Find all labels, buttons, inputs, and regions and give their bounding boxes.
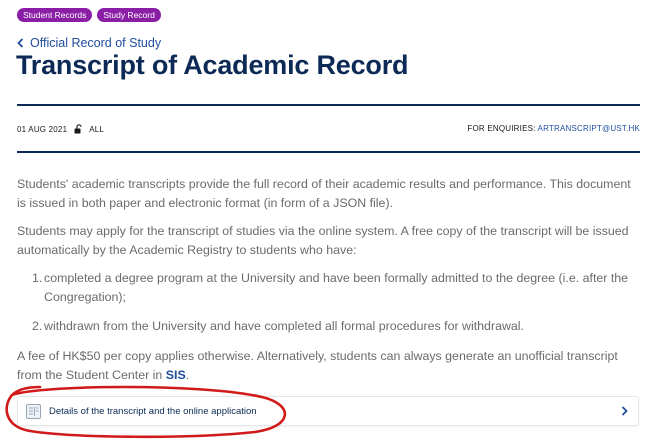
fee-text: A fee of HK$50 per copy applies otherwis… — [17, 349, 618, 382]
tag-student-records[interactable]: Student Records — [17, 8, 93, 22]
document-icon — [26, 403, 41, 419]
intro-paragraph: Students' academic transcripts provide t… — [17, 177, 631, 210]
publish-date: 01 AUG 2021 — [17, 124, 68, 134]
chevron-right-icon — [621, 406, 628, 416]
enquiry-label: FOR ENQUIRIES: — [467, 124, 538, 133]
enquiry-email-link[interactable]: ARTRANSCRIPT@UST.HK — [538, 124, 640, 133]
divider-top — [17, 104, 640, 106]
sis-link[interactable]: SIS — [166, 368, 186, 382]
list-text: completed a degree program at the Univer… — [44, 271, 629, 304]
meta-bar: 01 AUG 2021 ALL — [17, 124, 104, 134]
tag-list: Student Records Study Record — [17, 8, 161, 22]
back-link-label: Official Record of Study — [30, 36, 162, 50]
back-link[interactable]: Official Record of Study — [17, 36, 161, 50]
unlock-icon — [74, 124, 82, 134]
list-number: 1. — [32, 271, 43, 285]
apply-paragraph: Students may apply for the transcript of… — [17, 224, 629, 257]
list-number: 2. — [32, 319, 43, 333]
divider-bottom — [17, 151, 640, 153]
fee-paragraph: A fee of HK$50 per copy applies otherwis… — [17, 347, 642, 385]
list-item: 2. withdrawn from the University and hav… — [32, 317, 640, 336]
page-title: Transcript of Academic Record — [16, 50, 409, 80]
list-item: 1. completed a degree program at the Uni… — [32, 269, 640, 307]
fee-text-end: . — [185, 368, 190, 382]
enquiry-info: FOR ENQUIRIES: ARTRANSCRIPT@UST.HK — [467, 124, 640, 133]
chevron-left-icon — [17, 38, 24, 48]
transcript-details-card[interactable]: Details of the transcript and the online… — [17, 396, 639, 426]
audience-label: ALL — [89, 124, 105, 134]
card-label: Details of the transcript and the online… — [49, 405, 257, 417]
list-text: withdrawn from the University and have c… — [44, 319, 525, 333]
tag-study-record[interactable]: Study Record — [97, 8, 161, 22]
